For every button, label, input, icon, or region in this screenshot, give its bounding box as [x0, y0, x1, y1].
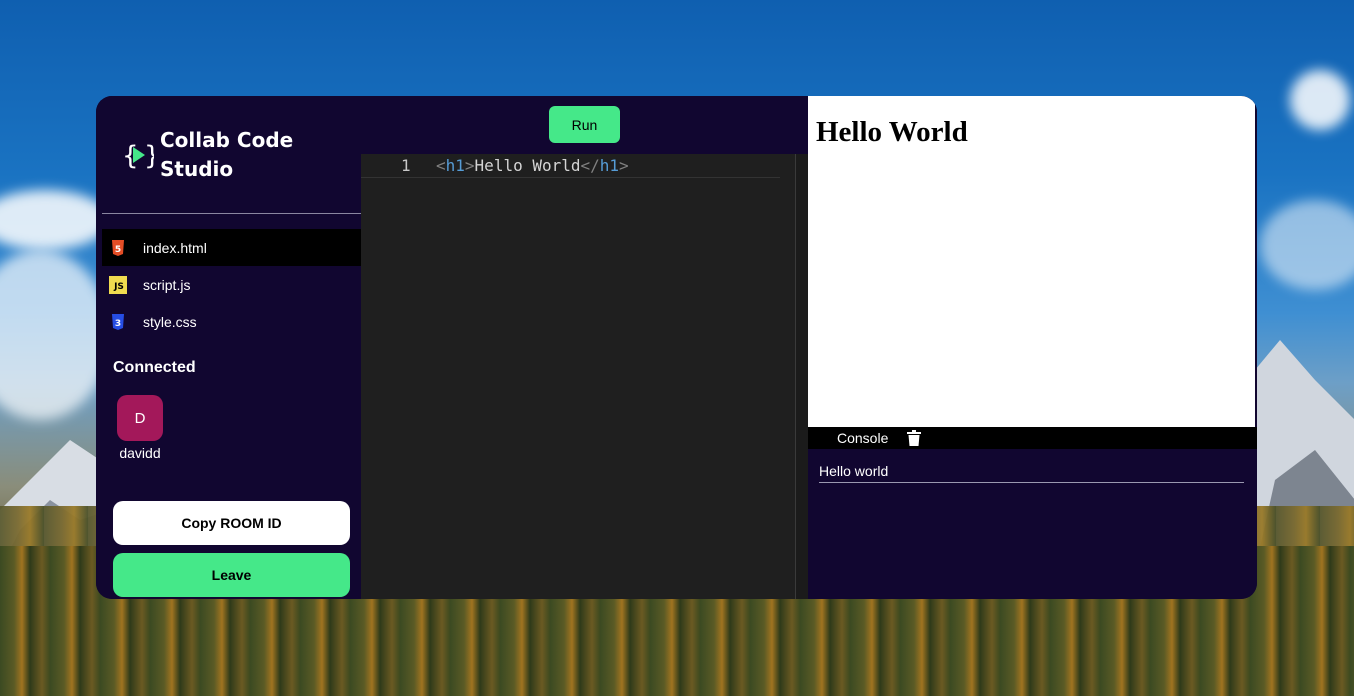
css3-icon: 3: [110, 313, 126, 330]
javascript-icon: JS: [109, 275, 127, 294]
leave-button[interactable]: Leave: [113, 553, 350, 597]
logo: { } Collab Code Studio: [122, 126, 300, 184]
cloud: [1290, 70, 1350, 130]
svg-text:}: }: [144, 141, 154, 171]
line-number: 1: [401, 156, 411, 175]
connected-heading: Connected: [113, 359, 196, 376]
connected-user: D davidd: [117, 395, 163, 461]
copy-room-id-button[interactable]: Copy ROOM ID: [113, 501, 350, 545]
file-item-index-html[interactable]: 5 index.html: [102, 229, 361, 266]
svg-text:5: 5: [115, 245, 121, 255]
file-item-script-js[interactable]: JS script.js: [102, 266, 361, 303]
file-list: 5 index.html JS script.js 3 style.css: [102, 229, 361, 340]
code-text: <h1>Hello World</h1>: [436, 156, 629, 175]
cloud: [0, 190, 110, 250]
preview-heading: Hello World: [816, 116, 968, 148]
file-name: index.html: [143, 239, 207, 256]
code-line[interactable]: 1 <h1>Hello World</h1>: [361, 154, 780, 178]
divider: [102, 213, 361, 214]
editor-panel: Run 1 <h1>Hello World</h1>: [361, 96, 808, 599]
cloud: [0, 250, 110, 420]
file-name: script.js: [143, 276, 191, 293]
console-label: Console: [837, 430, 889, 446]
preview-frame: Hello World: [808, 96, 1255, 427]
output-panel: Hello World Console Hello world: [808, 96, 1257, 599]
avatar: D: [117, 395, 163, 441]
file-item-style-css[interactable]: 3 style.css: [102, 303, 361, 340]
cloud: [1260, 200, 1354, 290]
code-brackets-logo-icon: { }: [122, 135, 161, 175]
svg-text:3: 3: [115, 319, 121, 329]
username: davidd: [119, 445, 161, 461]
run-button[interactable]: Run: [549, 106, 620, 143]
html5-icon: 5: [110, 239, 126, 256]
code-editor[interactable]: 1 <h1>Hello World</h1>: [361, 154, 808, 599]
sidebar: { } Collab Code Studio 5 index.html JS s…: [96, 96, 361, 599]
trash-icon[interactable]: [907, 430, 922, 446]
editor-gutter-right: [796, 154, 808, 599]
app-window: { } Collab Code Studio 5 index.html JS s…: [96, 96, 1257, 599]
console-output-line: Hello world: [819, 463, 1244, 483]
console-header: Console: [808, 427, 1257, 449]
file-name: style.css: [143, 313, 197, 330]
app-title: Collab Code Studio: [160, 128, 294, 181]
